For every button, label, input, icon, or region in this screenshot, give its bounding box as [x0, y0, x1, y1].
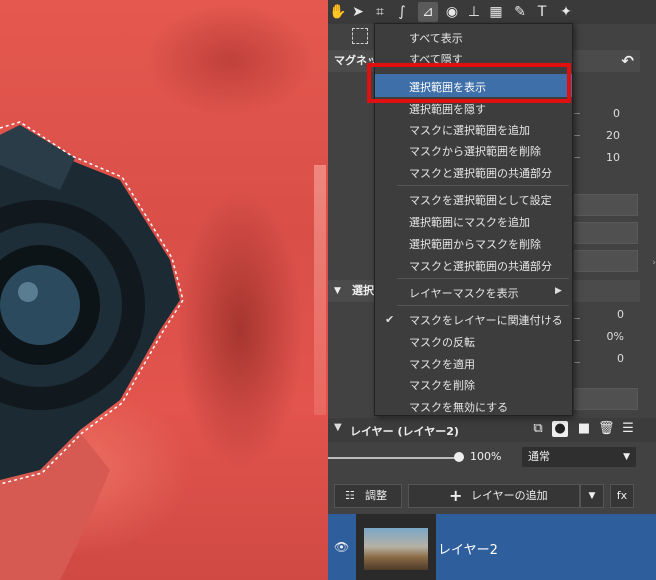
menu-separator: [397, 305, 569, 306]
add-layer-dropdown[interactable]: ▼: [580, 484, 604, 508]
adjust-icon: ☷: [345, 489, 355, 502]
chevron-down-icon: ▼: [588, 491, 596, 501]
layer-button-bar: ☷ 調整 + レイヤーの追加 ▼ fx: [328, 482, 656, 510]
panel-button-4[interactable]: [574, 388, 638, 410]
mask-icon[interactable]: ●: [552, 421, 568, 437]
text-icon[interactable]: T: [532, 2, 552, 22]
opacity-slider[interactable]: [328, 457, 460, 459]
menu-item-remove-selection-from-mask[interactable]: マスクから選択範囲を削除: [409, 143, 541, 159]
collapse-caret-icon[interactable]: ▼: [334, 422, 342, 433]
hand-icon[interactable]: ✋: [328, 2, 348, 22]
canvas-scroll-strip: [314, 165, 326, 415]
crop-icon[interactable]: ⌗: [370, 2, 390, 22]
value-6: 0: [617, 352, 624, 365]
checkmark-icon: ✔: [385, 313, 395, 326]
slider-tick: [574, 340, 580, 341]
menu-item-intersect-mask-selection-2[interactable]: マスクと選択範囲の共通部分: [409, 258, 552, 274]
select-icon[interactable]: ➤: [348, 2, 368, 22]
menu-item-add-mask-to-selection[interactable]: 選択範囲にマスクを追加: [409, 214, 530, 230]
image-canvas[interactable]: [0, 0, 328, 580]
panel-button-1[interactable]: [574, 194, 638, 216]
fx-button[interactable]: fx: [610, 484, 634, 508]
magic-icon[interactable]: ✦: [556, 2, 576, 22]
slider-tick: [574, 362, 580, 363]
levels-icon[interactable]: ⊥: [464, 2, 484, 22]
scroll-arrow-icon[interactable]: ›: [652, 258, 656, 268]
submenu-arrow-icon: ▶: [555, 286, 562, 296]
rect-select-icon[interactable]: [352, 28, 368, 44]
camera-photo: [0, 121, 184, 580]
value-5: 0%: [606, 330, 624, 343]
adjust-button[interactable]: ☷ 調整: [334, 484, 402, 508]
add-layer-label: レイヤーの追加: [471, 489, 548, 502]
plus-icon: +: [449, 486, 463, 505]
layer-name: レイヤー2: [438, 543, 498, 558]
folder-icon[interactable]: ■: [576, 421, 592, 437]
lasso-icon[interactable]: ⊿: [418, 2, 438, 22]
adjust-label: 調整: [365, 489, 387, 502]
value-3: 10: [606, 151, 620, 164]
panel-button-2[interactable]: [574, 222, 638, 244]
eye-icon[interactable]: 👁: [334, 540, 349, 554]
brush-icon[interactable]: ✎: [510, 2, 530, 22]
menu-item-invert-mask[interactable]: マスクの反転: [409, 334, 475, 350]
thumbnail-image: [364, 528, 428, 570]
duplicate-layer-icon[interactable]: ⧉: [530, 421, 546, 437]
menu-item-delete-mask[interactable]: マスクを削除: [409, 377, 475, 393]
eye-tool-icon[interactable]: ◉: [442, 2, 462, 22]
add-layer-button[interactable]: + レイヤーの追加: [408, 484, 580, 508]
layers-header: ▼ レイヤー (レイヤー2) ⧉ ● ■ 🗑 ☰: [328, 418, 656, 442]
annotation-highlight-box: [367, 63, 571, 103]
menu-item-mask-as-selection[interactable]: マスクを選択範囲として設定: [409, 192, 552, 208]
chevron-down-icon: ▼: [623, 452, 630, 462]
menu-item-show-layer-mask[interactable]: レイヤーマスクを表示: [409, 285, 519, 301]
menu-item-disable-mask[interactable]: マスクを無効にする: [409, 399, 508, 415]
menu-item-add-selection-to-mask[interactable]: マスクに選択範囲を追加: [409, 122, 530, 138]
value-1: 0: [613, 107, 620, 120]
menu-item-show-all[interactable]: すべて表示: [409, 30, 463, 46]
menu-item-remove-mask-from-selection[interactable]: 選択範囲からマスクを削除: [409, 236, 541, 252]
menu-separator: [397, 278, 569, 279]
slider-tick: [574, 318, 580, 319]
blend-mode-value: 通常: [528, 450, 550, 463]
menu-item-apply-mask[interactable]: マスクを適用: [409, 356, 475, 372]
value-4: 0: [617, 308, 624, 321]
layer-row[interactable]: 👁 レイヤー2: [328, 514, 656, 580]
retouch-icon[interactable]: ∫: [392, 2, 412, 22]
section-select-label: 選択: [352, 284, 374, 297]
menu-item-intersect-mask-selection[interactable]: マスクと選択範囲の共通部分: [409, 165, 552, 181]
delete-icon[interactable]: 🗑: [598, 421, 615, 437]
layers-title: レイヤー (レイヤー2): [350, 425, 459, 438]
opacity-slider-knob[interactable]: [454, 452, 464, 462]
menu-item-link-mask-to-layer[interactable]: マスクをレイヤーに関連付ける: [409, 312, 563, 328]
collapse-caret-icon: ▼: [334, 286, 341, 296]
menu-item-hide-selection[interactable]: 選択範囲を隠す: [409, 101, 486, 117]
menu-separator: [397, 185, 569, 186]
menu-icon[interactable]: ☰: [620, 421, 636, 437]
layer-thumbnail: [356, 514, 436, 580]
grid-icon[interactable]: ▦: [486, 2, 506, 22]
blend-mode-select[interactable]: 通常 ▼: [522, 447, 636, 467]
value-2: 20: [606, 129, 620, 142]
tool-bar: ✋ ➤ ⌗ ∫ ⊿ ◉ ⊥ ▦ ✎ T ✦: [328, 0, 656, 24]
opacity-row: 100% 通常 ▼: [328, 446, 656, 470]
undo-icon[interactable]: ↶: [621, 50, 634, 72]
fx-label: fx: [616, 489, 628, 502]
panel-button-3[interactable]: [574, 250, 638, 272]
opacity-value: 100%: [470, 450, 502, 463]
